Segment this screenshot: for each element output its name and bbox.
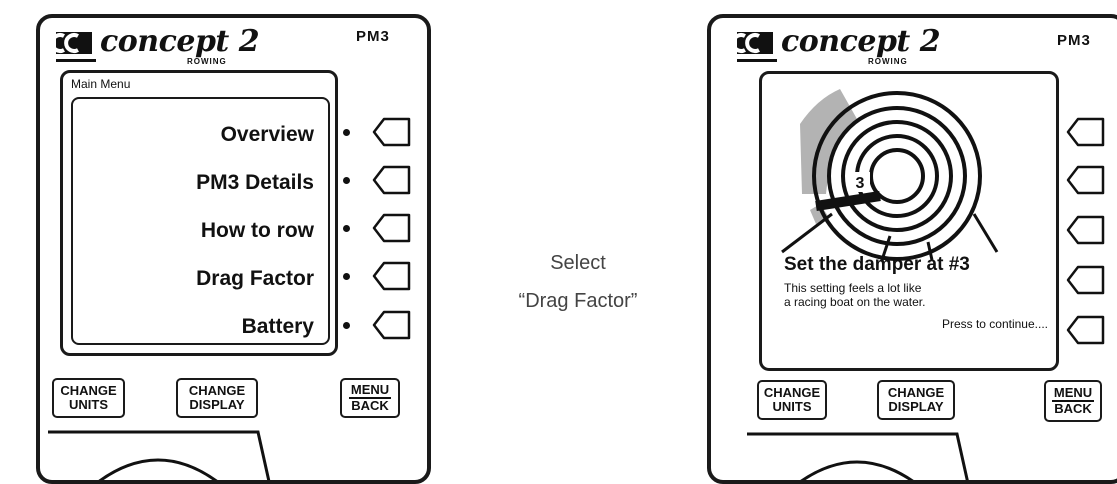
lcd-screen: Main Menu Overview PM3 Details How to ro…: [60, 70, 338, 356]
pm3-monitor-main-menu: concept 2 ROWING PM3 Main Menu Overview …: [36, 14, 431, 484]
menu-back-button[interactable]: MENU BACK: [1044, 380, 1102, 422]
soft-key-3[interactable]: [1066, 214, 1106, 246]
caption-line-2: “Drag Factor”: [518, 290, 638, 312]
soft-key-1[interactable]: [372, 116, 412, 148]
soft-key-4[interactable]: [1066, 264, 1106, 296]
pm3-monitor-damper-setting: concept 2 ROWING PM3 3 Set the damper at…: [707, 14, 1117, 484]
caption-line-1: Select: [550, 252, 606, 274]
menu-frame: Overview PM3 Details How to row Drag Fac…: [71, 97, 330, 345]
brand-name: concept 2: [781, 24, 941, 59]
continue-prompt: Press to continue....: [941, 317, 1048, 331]
concept2-logo: concept 2 ROWING: [52, 22, 312, 74]
damper-dial-graphic: 3: [781, 89, 999, 261]
indicator-dot: [343, 177, 350, 184]
soft-key-2[interactable]: [1066, 164, 1106, 196]
change-display-button[interactable]: CHANGE DISPLAY: [176, 378, 258, 418]
model-label: PM3: [1057, 32, 1091, 49]
brand-name: concept 2: [100, 24, 260, 59]
menu-title: Main Menu: [71, 77, 131, 91]
menu-item-overview[interactable]: Overview: [221, 123, 314, 147]
soft-key-4[interactable]: [372, 260, 412, 292]
brand-sub: ROWING: [868, 57, 908, 66]
concept2-logo: concept 2 ROWING: [733, 22, 993, 74]
damper-number: 3: [856, 175, 865, 192]
soft-key-1[interactable]: [1066, 116, 1106, 148]
indicator-dot: [343, 322, 350, 329]
instruction-caption: Select “Drag Factor”: [478, 244, 678, 320]
menu-item-battery[interactable]: Battery: [242, 315, 314, 339]
soft-key-5[interactable]: [372, 309, 412, 341]
soft-key-3[interactable]: [372, 212, 412, 244]
monitor-cradle: [747, 432, 969, 480]
damper-description: This setting feels a lot like a racing b…: [784, 281, 926, 309]
menu-back-button[interactable]: MENU BACK: [340, 378, 400, 418]
change-display-button[interactable]: CHANGE DISPLAY: [877, 380, 955, 420]
menu-item-drag-factor[interactable]: Drag Factor: [196, 267, 314, 291]
indicator-dot: [343, 129, 350, 136]
brand-sub: ROWING: [187, 57, 227, 66]
change-units-button[interactable]: CHANGE UNITS: [757, 380, 827, 420]
damper-title: Set the damper at #3: [784, 254, 970, 275]
soft-key-5[interactable]: [1066, 314, 1106, 346]
menu-item-pm3-details[interactable]: PM3 Details: [196, 171, 314, 195]
monitor-cradle: [48, 430, 271, 480]
model-label: PM3: [356, 28, 390, 45]
soft-key-2[interactable]: [372, 164, 412, 196]
indicator-dot: [343, 273, 350, 280]
change-units-button[interactable]: CHANGE UNITS: [52, 378, 125, 418]
menu-item-how-to-row[interactable]: How to row: [201, 219, 314, 243]
indicator-dot: [343, 225, 350, 232]
lcd-screen: 3 Set the damper at #3 This setting feel…: [759, 71, 1059, 371]
